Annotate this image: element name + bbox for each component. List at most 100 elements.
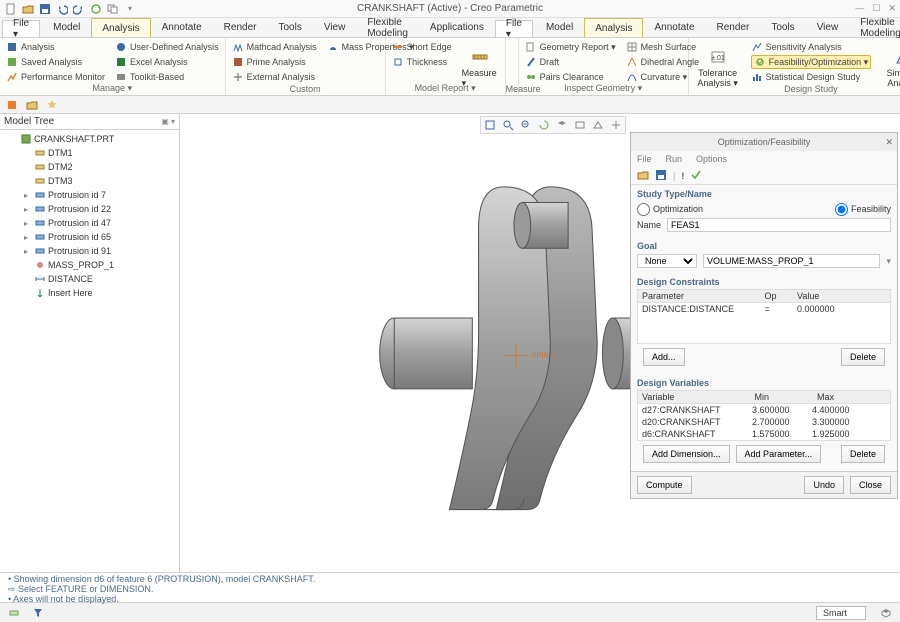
nav-tab-model-icon[interactable]	[4, 98, 20, 112]
add-parameter-button[interactable]: Add Parameter...	[736, 445, 822, 463]
excel-analysis-button[interactable]: Excel Analysis	[115, 55, 219, 69]
close-icon[interactable]: ✕	[885, 137, 893, 148]
tree-item[interactable]: ▸Protrusion id 22	[0, 202, 179, 216]
tree-item[interactable]: DTM2	[0, 160, 179, 174]
goal-param-input[interactable]	[703, 254, 880, 268]
draft-button[interactable]: Draft	[525, 55, 616, 69]
tab-annotate[interactable]: Annotate	[643, 18, 705, 37]
tree-item[interactable]: DTM3	[0, 174, 179, 188]
tab-file-[interactable]: File ▾	[2, 20, 40, 37]
performance-monitor-button[interactable]: Performance Monitor	[6, 70, 105, 84]
refit-icon[interactable]	[482, 118, 498, 132]
tree-item[interactable]: ▸Protrusion id 65	[0, 230, 179, 244]
datum-icon[interactable]	[608, 118, 624, 132]
open-icon[interactable]	[637, 169, 649, 183]
toolkit-button[interactable]: Toolkit-Based	[115, 70, 219, 84]
save-icon[interactable]	[38, 2, 52, 16]
maximize-button[interactable]: ☐	[872, 3, 880, 14]
geom-report-button[interactable]: Geometry Report ▾	[525, 40, 616, 54]
undo-icon[interactable]	[55, 2, 69, 16]
radio-optimization[interactable]: Optimization	[637, 203, 703, 216]
nav-tab-folder-icon[interactable]	[24, 98, 40, 112]
regenerate-icon[interactable]	[89, 2, 103, 16]
nav-tab-star-icon[interactable]	[44, 98, 60, 112]
tab-file[interactable]: File ▾	[495, 20, 533, 37]
panel-menu-options[interactable]: Options	[696, 154, 727, 164]
dropdown-icon[interactable]: ▾	[886, 256, 891, 267]
prime-button[interactable]: Prime Analysis	[232, 55, 317, 69]
sensitivity-button[interactable]: Sensitivity Analysis	[751, 40, 872, 54]
goal-header: Goal	[637, 241, 891, 251]
add-dimension-button[interactable]: Add Dimension...	[643, 445, 730, 463]
tab-analysis[interactable]: Analysis	[91, 18, 150, 37]
radio-feasibility[interactable]: Feasibility	[835, 203, 891, 216]
thickness-button[interactable]: Thickness	[392, 55, 452, 69]
zoom-in-icon[interactable]	[500, 118, 516, 132]
windows-icon[interactable]	[106, 2, 120, 16]
table-row[interactable]: d6:CRANKSHAFT1.5750001.925000	[638, 428, 890, 440]
tab-applications[interactable]: Applications	[419, 18, 495, 37]
tab-flexible-modeling[interactable]: Flexible Modeling	[356, 18, 419, 37]
save-icon[interactable]	[655, 169, 667, 183]
feasibility-button[interactable]: Feasibility/Optimization ▾	[751, 55, 872, 69]
saved-analysis-button[interactable]: Saved Analysis	[6, 55, 105, 69]
saved-views-icon[interactable]	[572, 118, 588, 132]
new-icon[interactable]	[4, 2, 18, 16]
compute-button[interactable]: Compute	[637, 476, 692, 494]
qat-dropdown-icon[interactable]: ▾	[123, 2, 137, 16]
close-panel-button[interactable]: Close	[850, 476, 891, 494]
goal-type-select[interactable]: None	[637, 254, 697, 268]
tree-item[interactable]: ▸Protrusion id 7	[0, 188, 179, 202]
graphics-canvas[interactable]: SPIN C Optimization/Feasibility ✕ File R…	[180, 114, 900, 572]
tree-root[interactable]: CRANKSHAFT.PRT	[0, 132, 179, 146]
zoom-out-icon[interactable]	[518, 118, 534, 132]
tree-menu-icon[interactable]: ▣ ▾	[161, 117, 175, 126]
tab-view[interactable]: View	[806, 18, 850, 37]
info-icon[interactable]: !	[681, 171, 684, 181]
tab-tools[interactable]: Tools	[760, 18, 805, 37]
tab-tools[interactable]: Tools	[267, 18, 312, 37]
delete-variable-button[interactable]: Delete	[841, 445, 885, 463]
panel-menu-file[interactable]: File	[637, 154, 652, 164]
tab-model[interactable]: Model	[42, 18, 91, 37]
display-style-icon[interactable]	[554, 118, 570, 132]
table-row[interactable]: DISTANCE:DISTANCE = 0.000000	[638, 303, 890, 315]
panel-menu-run[interactable]: Run	[666, 154, 683, 164]
perspective-icon[interactable]	[590, 118, 606, 132]
tab-view[interactable]: View	[313, 18, 357, 37]
uda-button[interactable]: User-Defined Analysis	[115, 40, 219, 54]
tab-render[interactable]: Render	[213, 18, 268, 37]
short-edge-button[interactable]: Short Edge	[392, 40, 452, 54]
delete-constraint-button[interactable]: Delete	[841, 348, 885, 366]
undo-button[interactable]: Undo	[804, 476, 844, 494]
tab-annotate[interactable]: Annotate	[151, 18, 213, 37]
apply-icon[interactable]	[690, 169, 702, 183]
ribbon: Analysis Saved Analysis Performance Moni…	[0, 38, 900, 96]
tree-item[interactable]: DISTANCE	[0, 272, 179, 286]
mathcad-button[interactable]: Mathcad Analysis	[232, 40, 317, 54]
tree-item[interactable]: ▸Protrusion id 47	[0, 216, 179, 230]
close-button[interactable]: ✕	[888, 3, 896, 14]
table-row[interactable]: d27:CRANKSHAFT3.6000004.400000	[638, 404, 890, 416]
variables-table: Variable Min Max d27:CRANKSHAFT3.6000004…	[637, 390, 891, 441]
tree-item[interactable]: MASS_PROP_1	[0, 258, 179, 272]
table-row[interactable]: d20:CRANKSHAFT2.7000003.300000	[638, 416, 890, 428]
minimize-button[interactable]: —	[855, 3, 864, 14]
pairs-clearance-button[interactable]: Pairs Clearance	[525, 70, 616, 84]
tab-render[interactable]: Render	[706, 18, 761, 37]
tab-model[interactable]: Model	[535, 18, 584, 37]
tree-item[interactable]: Insert Here	[0, 286, 179, 300]
external-button[interactable]: External Analysis	[232, 70, 317, 84]
stat-design-button[interactable]: Statistical Design Study	[751, 70, 872, 84]
tab-flexible-modeling[interactable]: Flexible Modeling	[849, 18, 900, 37]
add-constraint-button[interactable]: Add...	[643, 348, 685, 366]
repaint-icon[interactable]	[536, 118, 552, 132]
study-name-input[interactable]	[667, 218, 891, 232]
open-icon[interactable]	[21, 2, 35, 16]
analysis-button[interactable]: Analysis	[6, 40, 105, 54]
redo-icon[interactable]	[72, 2, 86, 16]
tree-item[interactable]: DTM1	[0, 146, 179, 160]
model-tree-header: Model Tree ▣ ▾	[0, 114, 179, 130]
tree-item[interactable]: ▸Protrusion id 91	[0, 244, 179, 258]
tab-analysis[interactable]: Analysis	[584, 18, 643, 37]
